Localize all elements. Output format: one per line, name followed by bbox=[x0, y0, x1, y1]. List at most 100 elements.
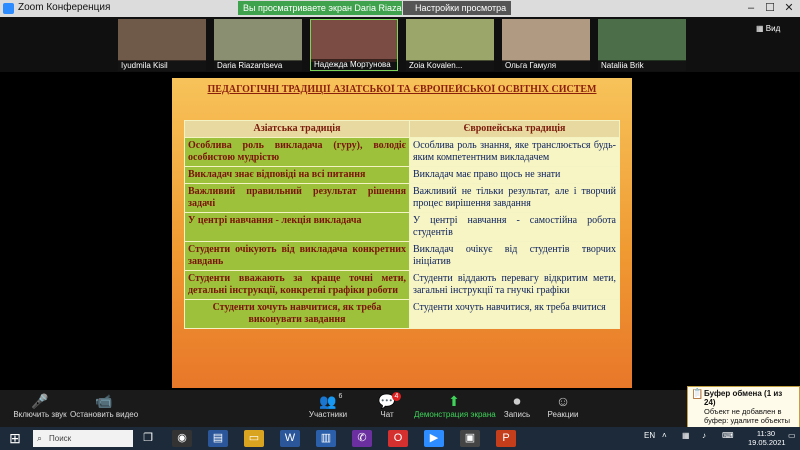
windows-start-icon[interactable]: ⊞ bbox=[6, 430, 24, 447]
european-cell: Викладач очікує від студентів творчих ін… bbox=[409, 241, 620, 271]
participant-name: Iyudmila Kisil bbox=[118, 60, 206, 71]
app-file-explorer-icon[interactable]: ▤ bbox=[208, 430, 228, 447]
app-document-icon[interactable]: ▥ bbox=[316, 430, 336, 447]
asian-cell: Студенти хочуть навчитися, як треба вико… bbox=[184, 299, 410, 329]
table-row: Студенти очікують від викладача конкретн… bbox=[184, 241, 620, 271]
task-view-icon[interactable]: ❐ bbox=[138, 430, 158, 447]
chat-label: Чат bbox=[380, 410, 394, 419]
european-cell: У центрі навчання - самостійна робота ст… bbox=[409, 212, 620, 242]
grid-icon: ▦ bbox=[756, 24, 764, 33]
participants-count: 6 bbox=[338, 393, 343, 400]
maximize-icon[interactable]: ☐ bbox=[761, 1, 779, 15]
asian-cell: Викладач знає відповіді на всі питання bbox=[184, 166, 410, 184]
stop-video-label: Остановить видео bbox=[70, 410, 139, 419]
window-title: Zoom Конференция bbox=[18, 2, 111, 13]
participants-button[interactable]: 👥 6 Участники bbox=[306, 392, 350, 425]
share-screen-button[interactable]: ⬆ Демонстрация экрана bbox=[414, 392, 496, 425]
clipboard-notification[interactable]: 📋 Буфер обмена (1 из 24) Объект не добав… bbox=[687, 386, 800, 428]
gallery-view-label: Вид bbox=[765, 24, 781, 33]
windows-taskbar: ⊞ ⌕ Поиск ❐ ◉ ▤ ▭ W ▥ ✆ O ▶ ▣ P EN ˄ ▦ ♪… bbox=[0, 427, 800, 450]
app-folder-icon[interactable]: ▭ bbox=[244, 430, 264, 447]
share-screen-icon: ⬆ bbox=[448, 393, 460, 409]
participant-name: Ольга Гамуля bbox=[502, 60, 590, 71]
view-options-button[interactable]: Настройки просмотра bbox=[403, 1, 511, 15]
participant-video bbox=[598, 19, 686, 61]
asian-cell: Студенти очікують від викладача конкретн… bbox=[184, 241, 410, 271]
column-header-asian: Азіатська традиція bbox=[184, 120, 410, 138]
european-cell: Викладач має право щось не знати bbox=[409, 166, 620, 184]
participant-tile[interactable]: Iyudmila Kisil bbox=[118, 19, 206, 71]
app-word-icon[interactable]: W bbox=[280, 430, 300, 447]
clock-time: 11:30 bbox=[756, 429, 776, 438]
clipboard-icon: 📋 bbox=[691, 389, 704, 400]
share-screen-label: Демонстрация экрана bbox=[414, 410, 496, 419]
close-icon[interactable]: ✕ bbox=[780, 1, 798, 15]
meeting-toolbar: 🎤 Включить звук 📹 Остановить видео 👥 6 У… bbox=[0, 390, 800, 427]
app-powerpoint-icon[interactable]: P bbox=[496, 430, 516, 447]
unmute-button[interactable]: 🎤 Включить звук bbox=[12, 392, 68, 425]
participant-tile[interactable]: Ольга Гамуля bbox=[502, 19, 590, 71]
table-row: Студенти вважають за краще точні мети, д… bbox=[184, 270, 620, 300]
search-icon: ⌕ bbox=[37, 433, 43, 443]
asian-cell: Особлива роль викладача (гуру), володіє … bbox=[184, 137, 410, 167]
table-row: Важливий правильний результат рішення за… bbox=[184, 183, 620, 213]
muted-microphone-icon: 🎤 bbox=[31, 393, 49, 409]
title-bar: Zoom Конференция Вы просматриваете экран… bbox=[0, 0, 800, 18]
asian-cell: Важливий правильний результат рішення за… bbox=[184, 183, 410, 213]
table-row: Особлива роль викладача (гуру), володіє … bbox=[184, 137, 620, 167]
column-header-european: Європейська традиція bbox=[409, 120, 620, 138]
search-placeholder: Поиск bbox=[49, 434, 72, 443]
european-cell: Студенти хочуть навчитися, як треба вчит… bbox=[409, 299, 620, 329]
chat-button[interactable]: 💬 4 Чат bbox=[372, 392, 402, 425]
zoom-logo-icon bbox=[3, 3, 14, 14]
participant-tile[interactable]: Nataliia Brik bbox=[598, 19, 686, 71]
european-cell: Особлива роль знання, яке транслюється б… bbox=[409, 137, 620, 167]
app-viber-icon[interactable]: ✆ bbox=[352, 430, 372, 447]
app-camera-icon[interactable]: ◉ bbox=[172, 430, 192, 447]
record-label: Запись bbox=[503, 410, 531, 419]
tray-chevron-icon[interactable]: ˄ bbox=[662, 431, 667, 440]
reactions-label: Реакции bbox=[547, 410, 579, 419]
app-zoom-icon[interactable]: ▶ bbox=[424, 430, 444, 447]
chat-badge: 4 bbox=[392, 392, 401, 401]
app-window-icon[interactable]: ▣ bbox=[460, 430, 480, 447]
participant-name: Zoia Kovalen... bbox=[406, 60, 494, 71]
participant-tile-active[interactable]: Надежда Мортунова bbox=[310, 19, 398, 71]
smiley-icon: ☺ bbox=[555, 393, 571, 409]
participant-video bbox=[311, 20, 397, 62]
clipboard-title: Буфер обмена (1 из 24) bbox=[704, 389, 783, 407]
participant-video bbox=[214, 19, 302, 61]
network-icon[interactable]: ▦ bbox=[682, 431, 690, 440]
asian-cell: Студенти вважають за краще точні мети, д… bbox=[184, 270, 410, 300]
participant-video bbox=[118, 19, 206, 61]
share-banner: Вы просматриваете экран Daria Riazantsev… bbox=[238, 1, 402, 15]
table-header-row: Азіатська традиція Європейська традиція bbox=[184, 120, 620, 138]
minimize-icon[interactable]: – bbox=[742, 1, 760, 15]
record-icon: ⏺ bbox=[513, 393, 521, 409]
video-camera-icon: 📹 bbox=[95, 393, 113, 409]
keyboard-icon[interactable]: ⌨ bbox=[722, 431, 734, 440]
participant-tile[interactable]: Zoia Kovalen... bbox=[406, 19, 494, 71]
taskbar-search-box[interactable]: ⌕ Поиск bbox=[33, 430, 133, 447]
volume-icon[interactable]: ♪ bbox=[702, 431, 706, 440]
participant-tile[interactable]: Daria Riazantseva bbox=[214, 19, 302, 71]
traditions-table: Азіатська традиція Європейська традиція … bbox=[184, 120, 620, 329]
taskbar-clock[interactable]: 11:30 19.05.2021 bbox=[748, 429, 786, 447]
record-button[interactable]: ⏺ Запись bbox=[500, 392, 534, 425]
participant-name: Надежда Мортунова bbox=[311, 59, 397, 70]
participants-label: Участники bbox=[308, 410, 348, 419]
table-row: Викладач знає відповіді на всі питання В… bbox=[184, 166, 620, 184]
gallery-view-button[interactable]: ▦ Вид bbox=[756, 22, 798, 36]
reactions-button[interactable]: ☺ Реакции bbox=[546, 392, 580, 425]
european-cell: Важливий не тільки результат, але і твор… bbox=[409, 183, 620, 213]
keyboard-language[interactable]: EN bbox=[644, 431, 655, 440]
notifications-icon[interactable]: ▭ bbox=[788, 431, 796, 440]
participant-name: Daria Riazantseva bbox=[214, 60, 302, 71]
shared-slide: ПЕДАГОГІЧНІ ТРАДИЦІЇ АЗІАТСЬКОЇ ТА ЄВРОП… bbox=[172, 78, 632, 388]
stop-video-button[interactable]: 📹 Остановить видео bbox=[70, 392, 138, 425]
european-cell: Студенти віддають перевагу відкритим мет… bbox=[409, 270, 620, 300]
unmute-label: Включить звук bbox=[13, 410, 67, 419]
app-opera-icon[interactable]: O bbox=[388, 430, 408, 447]
slide-title: ПЕДАГОГІЧНІ ТРАДИЦІЇ АЗІАТСЬКОЇ ТА ЄВРОП… bbox=[207, 84, 597, 95]
table-row: У центрі навчання - лекція викладача У ц… bbox=[184, 212, 620, 242]
